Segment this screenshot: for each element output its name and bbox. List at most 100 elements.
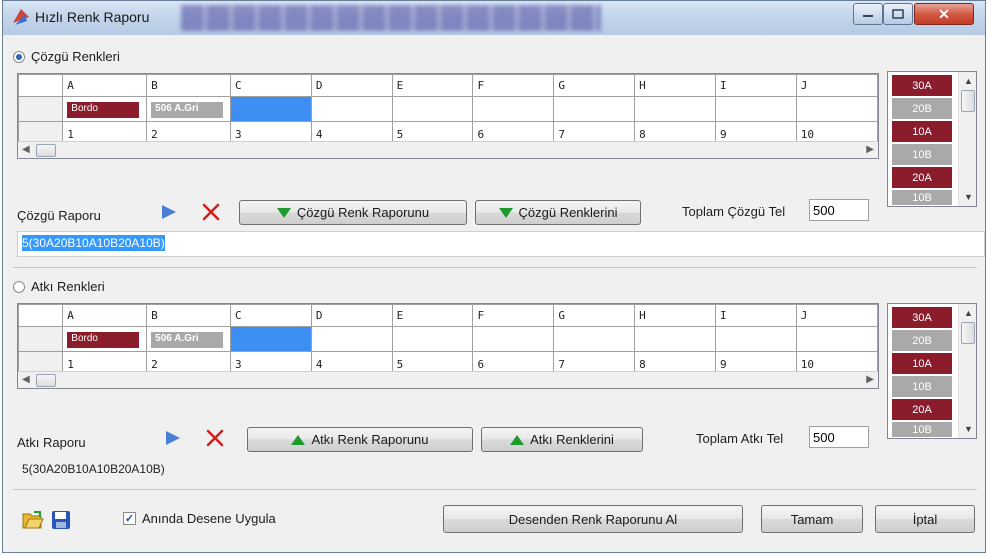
scroll-up-icon[interactable]: ▲ [964,308,973,318]
get-report-from-pattern-button[interactable]: Desenden Renk Raporunu Al [443,505,743,533]
warp-sequence-list[interactable]: 30A 20B 10A 10B 20A 10B ▲ ▼ [887,71,977,207]
scroll-left-icon[interactable]: ◀ [22,374,30,385]
scroll-left-icon[interactable]: ◀ [22,144,30,155]
weft-total-input[interactable] [809,426,869,448]
weft-colors-button[interactable]: Atkı Renklerini [481,427,643,452]
sequence-item[interactable]: 30A [892,307,952,328]
warp-colors-radio[interactable]: Çözgü Renkleri [13,49,120,64]
scroll-right-icon[interactable]: ▶ [866,144,874,155]
warp-clear-button[interactable] [199,201,223,223]
warp-total-input[interactable] [809,199,869,221]
sequence-item[interactable]: 10B [892,422,952,437]
weft-color-cell[interactable]: 506 A.Gri [146,326,231,352]
weft-clear-button[interactable] [203,427,227,449]
warp-color-cell[interactable]: Bordo [62,96,148,122]
ok-button[interactable]: Tamam [761,505,863,533]
warp-col-header[interactable]: J [795,74,878,97]
weft-play-button[interactable] [161,427,185,449]
sequence-item[interactable]: 30A [892,75,952,96]
scroll-down-icon[interactable]: ▼ [964,192,973,202]
weft-color-cell[interactable] [634,326,716,352]
warp-colors-button[interactable]: Çözgü Renklerini [475,200,641,225]
weft-color-cell[interactable] [553,326,636,352]
open-file-button[interactable] [21,509,45,531]
sequence-item[interactable]: 20B [892,330,952,351]
minimize-button[interactable] [853,3,883,25]
warp-color-cell[interactable] [714,96,797,122]
weft-col-header[interactable]: I [714,304,797,327]
warp-col-header[interactable]: C [230,74,312,97]
warp-report-field[interactable]: 5(30A20B10A10B20A10B) [17,231,985,257]
weft-col-header[interactable]: D [310,304,393,327]
warp-color-report-button[interactable]: Çözgü Renk Raporunu [239,200,467,225]
weft-col-header[interactable]: C [230,304,312,327]
warp-color-grid[interactable]: A B C D E F G H I J Bordo 506 A.Gri 1 2 … [17,73,879,159]
weft-col-header[interactable]: B [146,304,231,327]
weft-col-header[interactable]: J [795,304,878,327]
sequence-item[interactable]: 10B [892,376,952,397]
scroll-thumb[interactable] [36,144,56,157]
scroll-thumb[interactable] [36,374,56,387]
weft-list-scrollbar[interactable]: ▲ ▼ [958,304,976,438]
warp-col-header[interactable]: H [634,74,716,97]
warp-color-cell[interactable] [391,96,474,122]
weft-color-cell[interactable] [714,326,797,352]
warp-col-header[interactable]: E [391,74,474,97]
sequence-item[interactable]: 20A [892,167,952,188]
row-header[interactable] [18,326,64,352]
save-button[interactable] [49,509,73,531]
cancel-button[interactable]: İptal [875,505,975,533]
warp-radio-dot[interactable] [13,50,25,63]
checkbox-checked-icon[interactable]: ✓ [123,512,136,525]
apply-to-pattern-checkbox[interactable]: ✓ Anında Desene Uygula [123,511,276,526]
warp-color-cell[interactable]: 506 A.Gri [146,96,231,122]
weft-color-cell[interactable] [472,326,555,352]
warp-color-cell-selected[interactable] [230,96,312,122]
weft-color-cell[interactable] [391,326,474,352]
warp-color-cell[interactable] [310,96,393,122]
weft-color-cell-selected[interactable] [230,326,312,352]
warp-color-cell[interactable] [795,96,878,122]
warp-col-header[interactable]: A [62,74,148,97]
warp-play-button[interactable] [157,201,181,223]
scroll-down-icon[interactable]: ▼ [964,424,973,434]
weft-color-cell[interactable] [310,326,393,352]
warp-col-header[interactable]: D [310,74,393,97]
weft-color-cell[interactable] [795,326,878,352]
weft-radio-dot[interactable] [13,280,25,293]
row-header[interactable] [18,96,64,122]
scroll-thumb[interactable] [961,90,975,112]
weft-col-header[interactable]: G [553,304,636,327]
sequence-item[interactable]: 10A [892,121,952,142]
warp-col-header[interactable]: B [146,74,231,97]
warp-list-scrollbar[interactable]: ▲ ▼ [958,72,976,206]
maximize-button[interactable] [883,3,913,25]
warp-horizontal-scrollbar[interactable]: ◀ ▶ [18,141,878,158]
weft-col-header[interactable]: F [472,304,555,327]
warp-col-header[interactable]: I [714,74,797,97]
warp-col-header[interactable]: G [553,74,636,97]
sequence-item[interactable]: 10B [892,144,952,165]
weft-color-report-button[interactable]: Atkı Renk Raporunu [247,427,473,452]
weft-report-field[interactable]: 5(30A20B10A10B20A10B) [17,457,985,483]
warp-color-cell[interactable] [553,96,636,122]
weft-horizontal-scrollbar[interactable]: ◀ ▶ [18,371,878,388]
scroll-right-icon[interactable]: ▶ [866,374,874,385]
sequence-item[interactable]: 20A [892,399,952,420]
weft-col-header[interactable]: E [391,304,474,327]
warp-col-header[interactable]: F [472,74,555,97]
weft-color-cell[interactable]: Bordo [62,326,148,352]
warp-color-cell[interactable] [634,96,716,122]
sequence-item[interactable]: 10A [892,353,952,374]
weft-colors-radio[interactable]: Atkı Renkleri [13,279,105,294]
scroll-up-icon[interactable]: ▲ [964,76,973,86]
scroll-thumb[interactable] [961,322,975,344]
sequence-item[interactable]: 20B [892,98,952,119]
weft-col-header[interactable]: A [62,304,148,327]
title-bar[interactable]: Hızlı Renk Raporu ✕ [3,1,985,35]
weft-sequence-list[interactable]: 30A 20B 10A 10B 20A 10B ▲ ▼ [887,303,977,439]
close-button[interactable]: ✕ [914,3,974,25]
warp-color-cell[interactable] [472,96,555,122]
sequence-item[interactable]: 10B [892,190,952,205]
weft-col-header[interactable]: H [634,304,716,327]
